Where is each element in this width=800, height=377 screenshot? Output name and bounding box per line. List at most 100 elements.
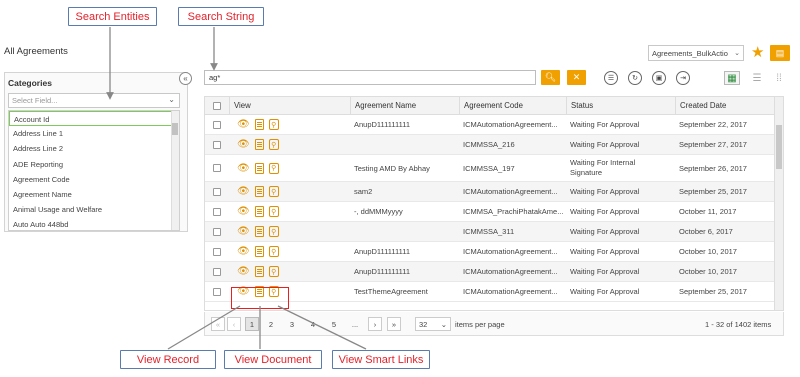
column-header-view[interactable]: View [229,97,350,115]
table-row[interactable]: 👁︎ ⚲ sam2 ICMAutomationAgreement... Waiting … [205,182,783,202]
view-document-icon[interactable] [254,186,264,197]
view-record-eye-icon[interactable]: 👁︎ [237,186,250,197]
row-checkbox[interactable] [213,140,221,149]
page-button-1[interactable]: 1 [245,317,259,331]
search-button[interactable]: 🔍︎ [541,70,560,85]
list-view-button[interactable]: ☰ [749,71,765,85]
next-page-button[interactable]: › [368,317,382,331]
row-checkbox-cell [205,282,229,301]
table-row[interactable]: 👁︎ ⚲ TestThemeAgreement ICMAutomationAgreem… [205,282,783,302]
column-header-status[interactable]: Status [566,97,675,115]
view-record-eye-icon[interactable]: 👁︎ [237,226,250,237]
status-cell: Waiting For Approval [570,226,640,236]
table-row[interactable]: 👁︎ ⚲ AnupD111111111 ICMAutomationAgreement.… [205,115,783,135]
export-button[interactable]: ⇥ [676,71,690,85]
refresh-button[interactable]: ↻ [628,71,642,85]
row-checkbox-cell [205,115,229,134]
row-checkbox[interactable] [213,164,221,172]
row-actions: 👁︎ ⚲ [233,262,350,281]
table-row[interactable]: 👁︎ ⚲ AnupD111111111 ICMAutomationAgreement.… [205,242,783,262]
field-list: Account Id Address Line 1 Address Line 2… [8,110,180,231]
categories-label: Categories [8,78,52,88]
table-row[interactable]: 👁︎ ⚲ ICMMSSA_311 Waiting For Approval Octobe… [205,222,783,242]
view-document-icon[interactable] [254,119,264,130]
row-checkbox[interactable] [213,120,221,129]
row-checkbox[interactable] [213,187,221,196]
select-all-checkbox[interactable] [213,102,221,110]
field-item[interactable]: Agreement Code [9,172,179,187]
search-input[interactable]: ag* [204,70,536,85]
field-item[interactable]: ADE Reporting [9,157,179,172]
table-row[interactable]: 👁︎ ⚲ ICMMSSA_216 Waiting For Approval Septem… [205,135,783,155]
view-record-eye-icon[interactable]: 👁︎ [237,119,250,130]
collapse-panel-button[interactable]: « [179,72,192,85]
view-smart-links-icon[interactable]: ⚲ [268,226,279,237]
table-row[interactable]: 👁︎ ⚲ -, ddMMMyyyy ICMMSA_PrachiPhatakAme...… [205,202,783,222]
row-actions: 👁︎ ⚲ [233,182,350,201]
view-smart-links-icon[interactable]: ⚲ [268,162,279,174]
callout-search-entities: Search Entities [68,7,157,26]
view-document-icon[interactable] [254,139,264,150]
first-page-button[interactable]: « [211,317,225,331]
view-smart-links-icon[interactable]: ⚲ [268,266,279,277]
row-checkbox-cell [205,155,229,181]
favorite-star-icon[interactable]: ★ [751,45,764,60]
field-select[interactable]: Select Field... ⌄ [8,93,180,108]
double-chevron-left-icon: « [183,74,188,83]
row-checkbox[interactable] [213,227,221,236]
view-smart-links-icon[interactable]: ⚲ [268,119,279,130]
list-options-button[interactable]: ☰ [604,71,618,85]
view-smart-links-icon[interactable]: ⚲ [268,246,279,257]
table-row[interactable]: 👁︎ ⚲ Testing AMD By Abhay ICMMSSA_197 Waitin… [205,155,783,182]
tile-view-button[interactable]: ⁞⁞ [771,71,787,85]
field-list-scrollbar[interactable] [171,111,179,230]
view-document-icon[interactable] [254,206,264,217]
row-checkbox[interactable] [213,207,221,216]
view-document-icon[interactable] [254,266,264,277]
row-checkbox[interactable] [213,267,221,276]
page-button-4[interactable]: 4 [306,317,320,331]
last-page-button[interactable]: » [387,317,401,331]
view-smart-links-icon[interactable]: ⚲ [268,206,279,217]
archive-button[interactable]: ▣ [652,71,666,85]
agreement-name-cell: Testing AMD By Abhay [354,163,430,173]
view-smart-links-icon[interactable]: ⚲ [268,186,279,197]
row-checkbox[interactable] [213,247,221,256]
field-item[interactable]: Animal Usage and Welfare [9,202,179,217]
page-button-5[interactable]: 5 [327,317,341,331]
view-smart-links-icon[interactable]: ⚲ [268,139,279,150]
agreement-code-cell: ICMAutomationAgreement... [463,247,558,256]
view-document-icon[interactable] [254,226,264,237]
agreement-code-cell: ICMAutomationAgreement... [463,267,558,276]
column-header-agreement-code[interactable]: Agreement Code [459,97,566,115]
field-item[interactable]: Address Line 2 [9,141,179,156]
saved-view-select[interactable]: Agreements_BulkActio ⌄ [648,45,744,61]
field-item[interactable]: Auto Auto 448bd [9,217,179,230]
row-checkbox[interactable] [213,287,221,296]
save-view-button[interactable]: ▤ [770,45,790,61]
view-record-eye-icon[interactable]: 👁︎ [237,246,250,257]
scrollbar-thumb[interactable] [776,125,782,169]
page-size-select[interactable]: 32 ⌄ [415,317,451,331]
field-item[interactable]: Agreement Name [9,187,179,202]
page-ellipsis[interactable]: ... [348,317,362,331]
view-record-eye-icon[interactable]: 👁︎ [237,266,250,277]
column-header-agreement-name[interactable]: Agreement Name [350,97,459,115]
field-item[interactable]: Address Line 1 [9,126,179,141]
prev-page-button[interactable]: ‹ [227,317,241,331]
view-document-icon[interactable] [254,246,264,257]
table-row[interactable]: 👁︎ ⚲ AnupD111111111 ICMAutomationAgreement.… [205,262,783,282]
table-scrollbar[interactable] [774,97,783,310]
page-button-2[interactable]: 2 [264,317,278,331]
grid-view-button[interactable]: ▦ [724,71,740,85]
column-header-created-date[interactable]: Created Date [675,97,783,115]
view-document-icon[interactable] [254,162,264,174]
agreement-name-cell: -, ddMMMyyyy [354,207,403,216]
clear-button[interactable]: ✕ [567,70,586,85]
field-item[interactable]: Account Id [9,111,179,127]
scrollbar-thumb[interactable] [172,123,178,135]
view-record-eye-icon[interactable]: 👁︎ [237,139,250,150]
view-record-eye-icon[interactable]: 👁︎ [237,206,250,217]
view-record-eye-icon[interactable]: 👁︎ [237,163,250,174]
page-button-3[interactable]: 3 [285,317,299,331]
